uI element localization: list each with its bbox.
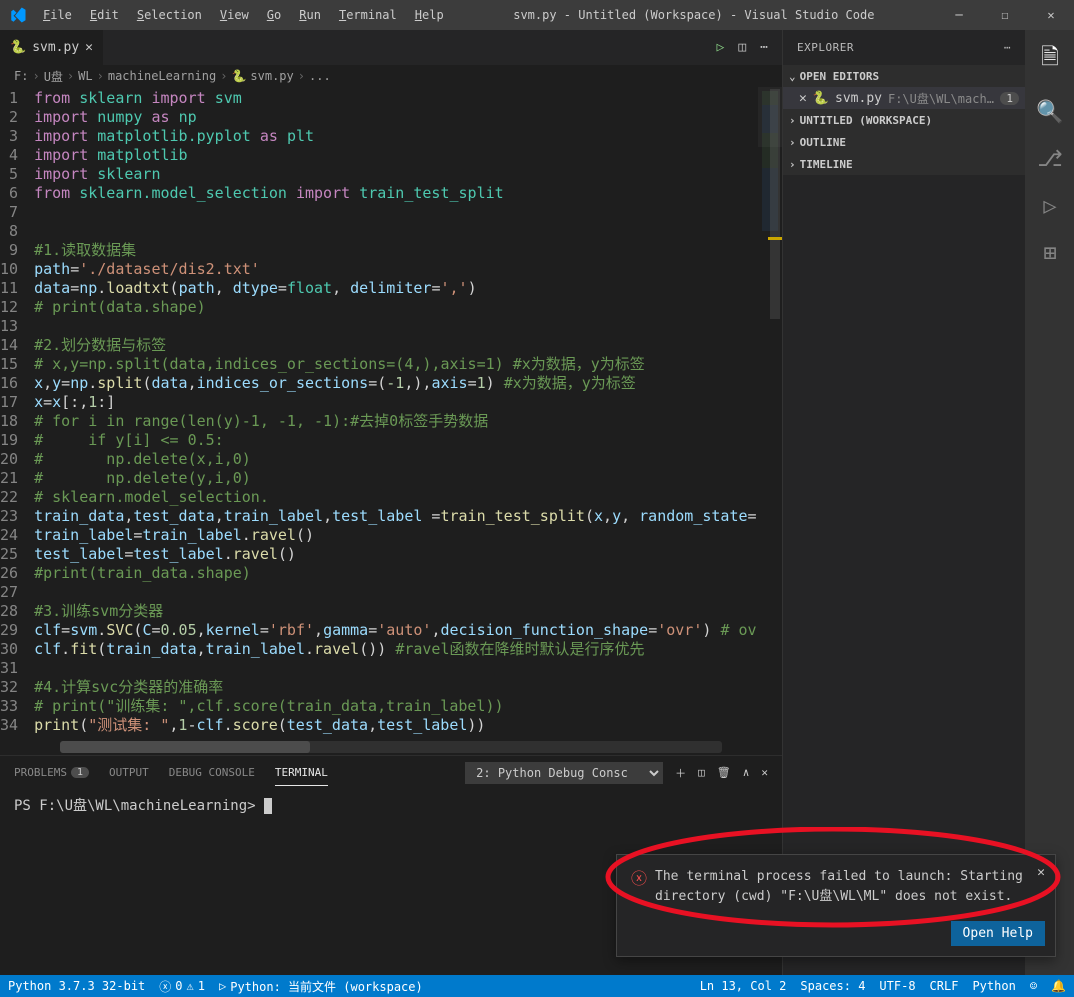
- menu-view[interactable]: View: [212, 4, 257, 26]
- menu-selection[interactable]: Selection: [129, 4, 210, 26]
- line-numbers: 1234567891011121314151617181920212223242…: [0, 87, 34, 737]
- tab-debug-console[interactable]: DEBUG CONSOLE: [169, 760, 255, 785]
- status-bar: Python 3.7.3 32-bit ⓧ0 ⚠1 ▷ Python: 当前文件…: [0, 975, 1074, 997]
- split-terminal-icon[interactable]: ◫: [698, 766, 705, 779]
- notification-toast: ⓧ The terminal process failed to launch:…: [616, 854, 1056, 957]
- breadcrumb-seg[interactable]: machineLearning: [108, 69, 216, 83]
- section-timeline[interactable]: ›TIMELINE: [783, 153, 1025, 175]
- explorer-icon[interactable]: 🗎: [1041, 40, 1059, 78]
- new-terminal-icon[interactable]: ＋: [675, 765, 686, 781]
- more-actions-icon[interactable]: ⋯: [760, 40, 768, 55]
- activity-bar: 🗎 🔍 ⎇ ▷ ⊞: [1026, 30, 1074, 975]
- breadcrumbs[interactable]: F:› U盘› WL› machineLearning› 🐍 svm.py› .…: [0, 65, 782, 87]
- cursor-position[interactable]: Ln 13, Col 2: [700, 979, 787, 993]
- encoding[interactable]: UTF-8: [879, 979, 915, 993]
- menu-run[interactable]: Run: [291, 4, 329, 26]
- breadcrumb-seg[interactable]: svm.py: [250, 69, 293, 83]
- search-icon[interactable]: 🔍: [1036, 100, 1063, 125]
- menu-go[interactable]: Go: [259, 4, 289, 26]
- breadcrumb-seg[interactable]: F:: [14, 69, 28, 83]
- menu-edit[interactable]: Edit: [82, 4, 127, 26]
- code-content[interactable]: from sklearn import svmimport numpy as n…: [34, 87, 757, 737]
- source-control-icon[interactable]: ⎇: [1037, 147, 1062, 172]
- breadcrumb-seg[interactable]: U盘: [44, 68, 63, 85]
- explorer-more-icon[interactable]: ⋯: [1004, 41, 1011, 54]
- kill-terminal-icon[interactable]: 🗑: [717, 766, 731, 779]
- python-file-icon: 🐍: [231, 69, 246, 83]
- error-icon: ⓧ: [631, 867, 647, 906]
- terminal-selector[interactable]: 2: Python Debug Consc: [465, 762, 663, 784]
- eol[interactable]: CRLF: [930, 979, 959, 993]
- feedback-icon[interactable]: ☺: [1030, 979, 1037, 993]
- vscode-icon: [0, 6, 35, 24]
- problems-status[interactable]: ⓧ0 ⚠1: [159, 978, 205, 995]
- close-window-button[interactable]: ✕: [1028, 0, 1074, 30]
- notifications-icon[interactable]: 🔔: [1051, 979, 1066, 993]
- breadcrumb-seg[interactable]: WL: [78, 69, 92, 83]
- maximize-panel-icon[interactable]: ∧: [743, 766, 750, 779]
- menu-terminal[interactable]: Terminal: [331, 4, 405, 26]
- close-notification-icon[interactable]: ✕: [1037, 865, 1045, 880]
- run-config[interactable]: ▷ Python: 当前文件 (workspace): [219, 978, 423, 995]
- maximize-button[interactable]: ☐: [982, 0, 1028, 30]
- tab-svm[interactable]: 🐍 svm.py ✕: [0, 30, 104, 65]
- run-debug-icon[interactable]: ▷: [1043, 194, 1056, 219]
- title-bar: File Edit Selection View Go Run Terminal…: [0, 0, 1074, 30]
- python-file-icon: 🐍: [10, 40, 26, 55]
- file-path: F:\U盘\WL\machine...: [888, 90, 994, 107]
- tab-terminal[interactable]: TERMINAL: [275, 760, 328, 786]
- code-editor[interactable]: 1234567891011121314151617181920212223242…: [0, 87, 782, 737]
- menu-help[interactable]: Help: [407, 4, 452, 26]
- sidebar: EXPLORER ⋯ ⌄OPEN EDITORS ✕ 🐍 svm.py F:\U…: [783, 30, 1026, 975]
- breadcrumb-seg[interactable]: ...: [309, 69, 331, 83]
- window-title: svm.py - Untitled (Workspace) - Visual S…: [452, 8, 936, 22]
- notification-text: The terminal process failed to launch: S…: [655, 867, 1041, 906]
- menu-bar: File Edit Selection View Go Run Terminal…: [35, 4, 452, 26]
- section-open-editors[interactable]: ⌄OPEN EDITORS: [783, 65, 1025, 87]
- close-tab-icon[interactable]: ✕: [85, 40, 93, 55]
- indentation[interactable]: Spaces: 4: [800, 979, 865, 993]
- explorer-title: EXPLORER: [797, 41, 854, 54]
- terminal-cursor: [264, 798, 272, 814]
- python-interpreter[interactable]: Python 3.7.3 32-bit: [8, 979, 145, 993]
- file-name: svm.py: [835, 91, 882, 106]
- section-untitled-workspace[interactable]: ›UNTITLED (WORKSPACE): [783, 109, 1025, 131]
- tab-label: svm.py: [32, 40, 79, 55]
- open-editor-item[interactable]: ✕ 🐍 svm.py F:\U盘\WL\machine... 1: [783, 87, 1025, 109]
- menu-file[interactable]: File: [35, 4, 80, 26]
- tab-output[interactable]: OUTPUT: [109, 760, 149, 785]
- language-mode[interactable]: Python: [972, 979, 1015, 993]
- dirty-badge: 1: [1000, 92, 1019, 105]
- horizontal-scrollbar[interactable]: [60, 741, 722, 753]
- editor-tabs: 🐍 svm.py ✕ ▷ ◫ ⋯: [0, 30, 782, 65]
- run-icon[interactable]: ▷: [717, 40, 725, 55]
- python-file-icon: 🐍: [813, 91, 829, 106]
- close-panel-icon[interactable]: ✕: [761, 766, 768, 779]
- split-editor-icon[interactable]: ◫: [738, 40, 746, 55]
- overview-ruler[interactable]: [768, 87, 782, 737]
- minimap[interactable]: [757, 87, 782, 737]
- terminal-prompt: PS F:\U盘\WL\machineLearning>: [14, 798, 264, 814]
- tab-problems[interactable]: PROBLEMS1: [14, 760, 89, 785]
- section-outline[interactable]: ›OUTLINE: [783, 131, 1025, 153]
- extensions-icon[interactable]: ⊞: [1043, 241, 1056, 266]
- minimize-button[interactable]: ─: [936, 0, 982, 30]
- close-icon[interactable]: ✕: [799, 91, 807, 106]
- open-help-button[interactable]: Open Help: [951, 921, 1045, 946]
